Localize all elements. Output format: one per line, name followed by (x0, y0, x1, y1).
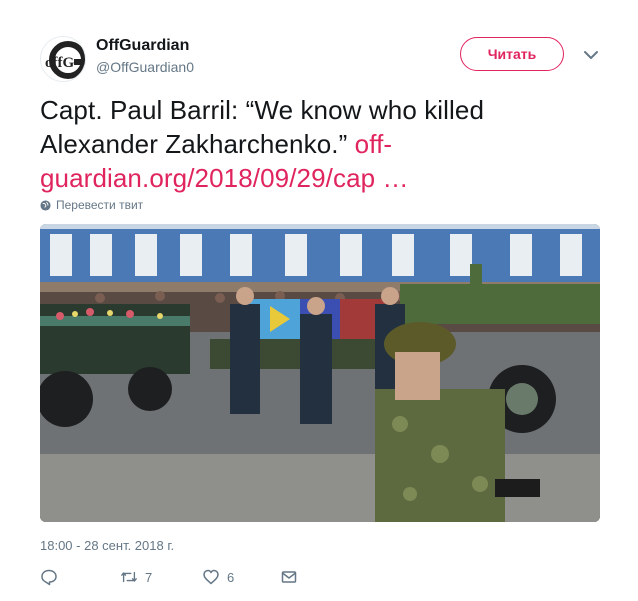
envelope-icon (281, 571, 297, 583)
follow-button[interactable]: Читать (460, 37, 564, 71)
chevron-down-icon[interactable] (582, 46, 600, 64)
avatar-text: offG (45, 55, 74, 71)
globe-icon (40, 199, 51, 211)
direct-message-button[interactable] (280, 568, 298, 586)
reply-button[interactable] (40, 568, 58, 586)
retweet-button[interactable]: 7 (120, 568, 152, 586)
tweet-body: Capt. Paul Barril: “We know who killed A… (40, 95, 485, 159)
reply-icon (41, 569, 57, 586)
retweet-icon (121, 571, 137, 583)
heart-icon (203, 569, 219, 585)
like-count: 6 (227, 569, 235, 585)
tweet-text: Capt. Paul Barril: “We know who killed A… (40, 93, 600, 195)
tweet-photo[interactable] (40, 224, 600, 522)
translate-label: Перевести твит (56, 198, 144, 212)
translate-tweet[interactable]: Перевести твит (40, 198, 143, 212)
tweet-timestamp[interactable]: 18:00 - 28 сент. 2018 г. (40, 538, 174, 553)
author-handle[interactable]: @OffGuardian0 (96, 59, 194, 75)
author-display-name[interactable]: OffGuardian (96, 37, 189, 55)
avatar[interactable]: offG (40, 36, 86, 82)
tweet-card: offG OffGuardian @OffGuardian0 Читать Ca… (0, 0, 638, 601)
funeral-procession-photo (40, 224, 600, 522)
tweet-actions: 7 6 (40, 568, 340, 590)
like-button[interactable]: 6 (202, 568, 234, 586)
offguardian-logo-icon: offG (41, 37, 85, 81)
retweet-count: 7 (145, 569, 153, 585)
